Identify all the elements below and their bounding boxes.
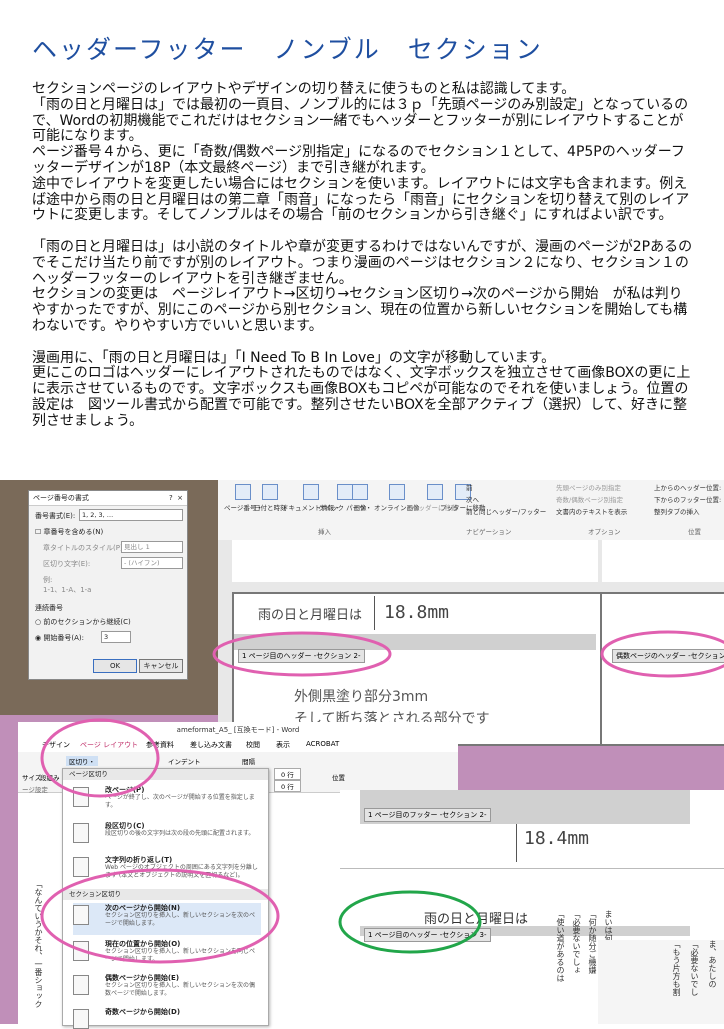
green-circle-header-section3 — [338, 890, 482, 954]
pink-circle-breaks-tab — [40, 718, 160, 798]
pink-circle-header-left — [212, 631, 392, 677]
pink-circle-header-right — [600, 630, 724, 678]
annotation-overlay — [40, 630, 724, 964]
pink-circle-next-page — [40, 868, 280, 964]
